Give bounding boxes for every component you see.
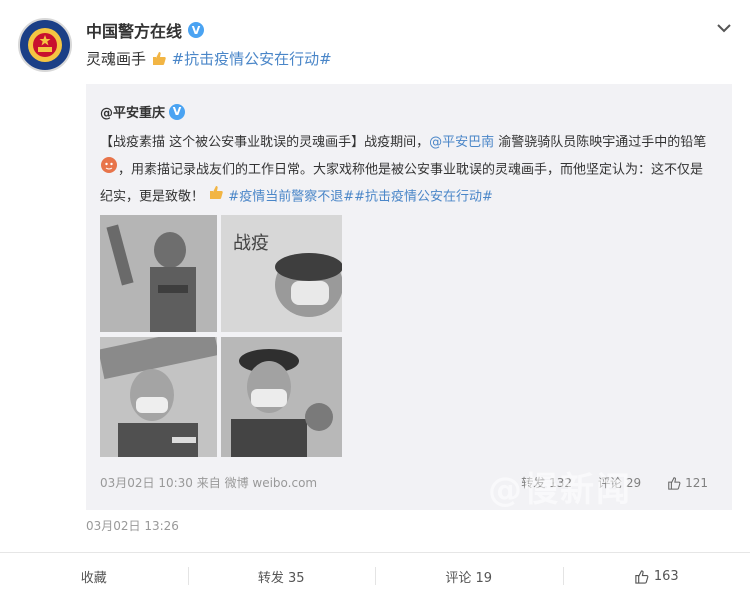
verified-badge-icon: V — [169, 104, 185, 120]
post-author-name[interactable]: 中国警方在线 — [86, 18, 182, 42]
post-action-bar: 收藏 转发 35 评论 19 163 — [0, 552, 750, 600]
repost-repost-button[interactable]: 转发 132 — [521, 474, 572, 491]
repost-button[interactable]: 转发 35 — [188, 553, 376, 600]
repost-like-button[interactable]: 121 — [667, 476, 708, 490]
thumbs-up-emoji-icon — [208, 184, 224, 210]
weibo-post: 中国警方在线 V 灵魂画手 #抗击疫情公安在行动# @平安重庆 V 【战疫素描 … — [0, 0, 750, 599]
reposted-content: @平安重庆 V 【战疫素描 这个被公安事业耽误的灵魂画手】战疫期间，@平安巴南 … — [86, 84, 732, 510]
repost-comment-button[interactable]: 评论 29 — [598, 474, 641, 491]
like-button[interactable]: 163 — [563, 553, 750, 600]
sketch-photo-2[interactable]: 战疫 — [221, 215, 342, 332]
repost-body-part2: 渝警骁骑队员陈映宇通过手中的铅笔 — [494, 135, 706, 150]
repost-label: 转发 35 — [258, 567, 305, 586]
repost-body: 【战疫素描 这个被公安事业耽误的灵魂画手】战疫期间，@平安巴南 渝警骁骑队员陈映… — [100, 130, 712, 211]
repost-actions: 转发 132 评论 29 121 — [521, 474, 708, 491]
collect-button[interactable]: 收藏 — [0, 553, 188, 600]
post-text-body: 灵魂画手 — [86, 50, 146, 68]
comment-label: 评论 19 — [445, 567, 492, 586]
thumbs-up-emoji-icon — [151, 50, 167, 70]
repost-like-count: 121 — [685, 476, 708, 490]
verified-badge-icon: V — [188, 22, 204, 38]
post-time[interactable]: 03月02日 13:26 — [86, 517, 179, 534]
sketch-photo-3[interactable] — [100, 337, 217, 457]
sketch-photo-4[interactable] — [221, 337, 342, 457]
hashtags-link[interactable]: #疫情当前警察不退##抗击疫情公安在行动# — [228, 190, 493, 205]
sketch-photo-1[interactable] — [100, 215, 217, 332]
like-icon — [667, 476, 681, 490]
repost-meta: 03月02日 10:30 来自 微博 weibo.com — [100, 474, 317, 491]
repost-author-name[interactable]: @平安重庆 — [100, 102, 165, 121]
police-emblem-icon — [20, 20, 70, 70]
repost-author[interactable]: @平安重庆 V — [100, 102, 185, 121]
police-emblem-avatar[interactable] — [18, 18, 72, 72]
collect-label: 收藏 — [81, 567, 107, 586]
like-icon — [634, 569, 649, 584]
chevron-down-icon[interactable] — [716, 20, 732, 36]
repost-body-part1: 【战疫素描 这个被公安事业耽误的灵魂画手】战疫期间， — [100, 135, 429, 150]
mention-link[interactable]: @平安巴南 — [429, 135, 494, 150]
post-author[interactable]: 中国警方在线 V — [86, 18, 204, 42]
comment-button[interactable]: 评论 19 — [375, 553, 563, 600]
post-text: 灵魂画手 #抗击疫情公安在行动# — [86, 48, 332, 70]
like-count: 163 — [654, 569, 679, 584]
hashtag-link[interactable]: #抗击疫情公安在行动# — [172, 50, 332, 68]
pencil-emoji-icon — [100, 156, 118, 184]
sketch-caption: 战疫 — [233, 229, 269, 255]
